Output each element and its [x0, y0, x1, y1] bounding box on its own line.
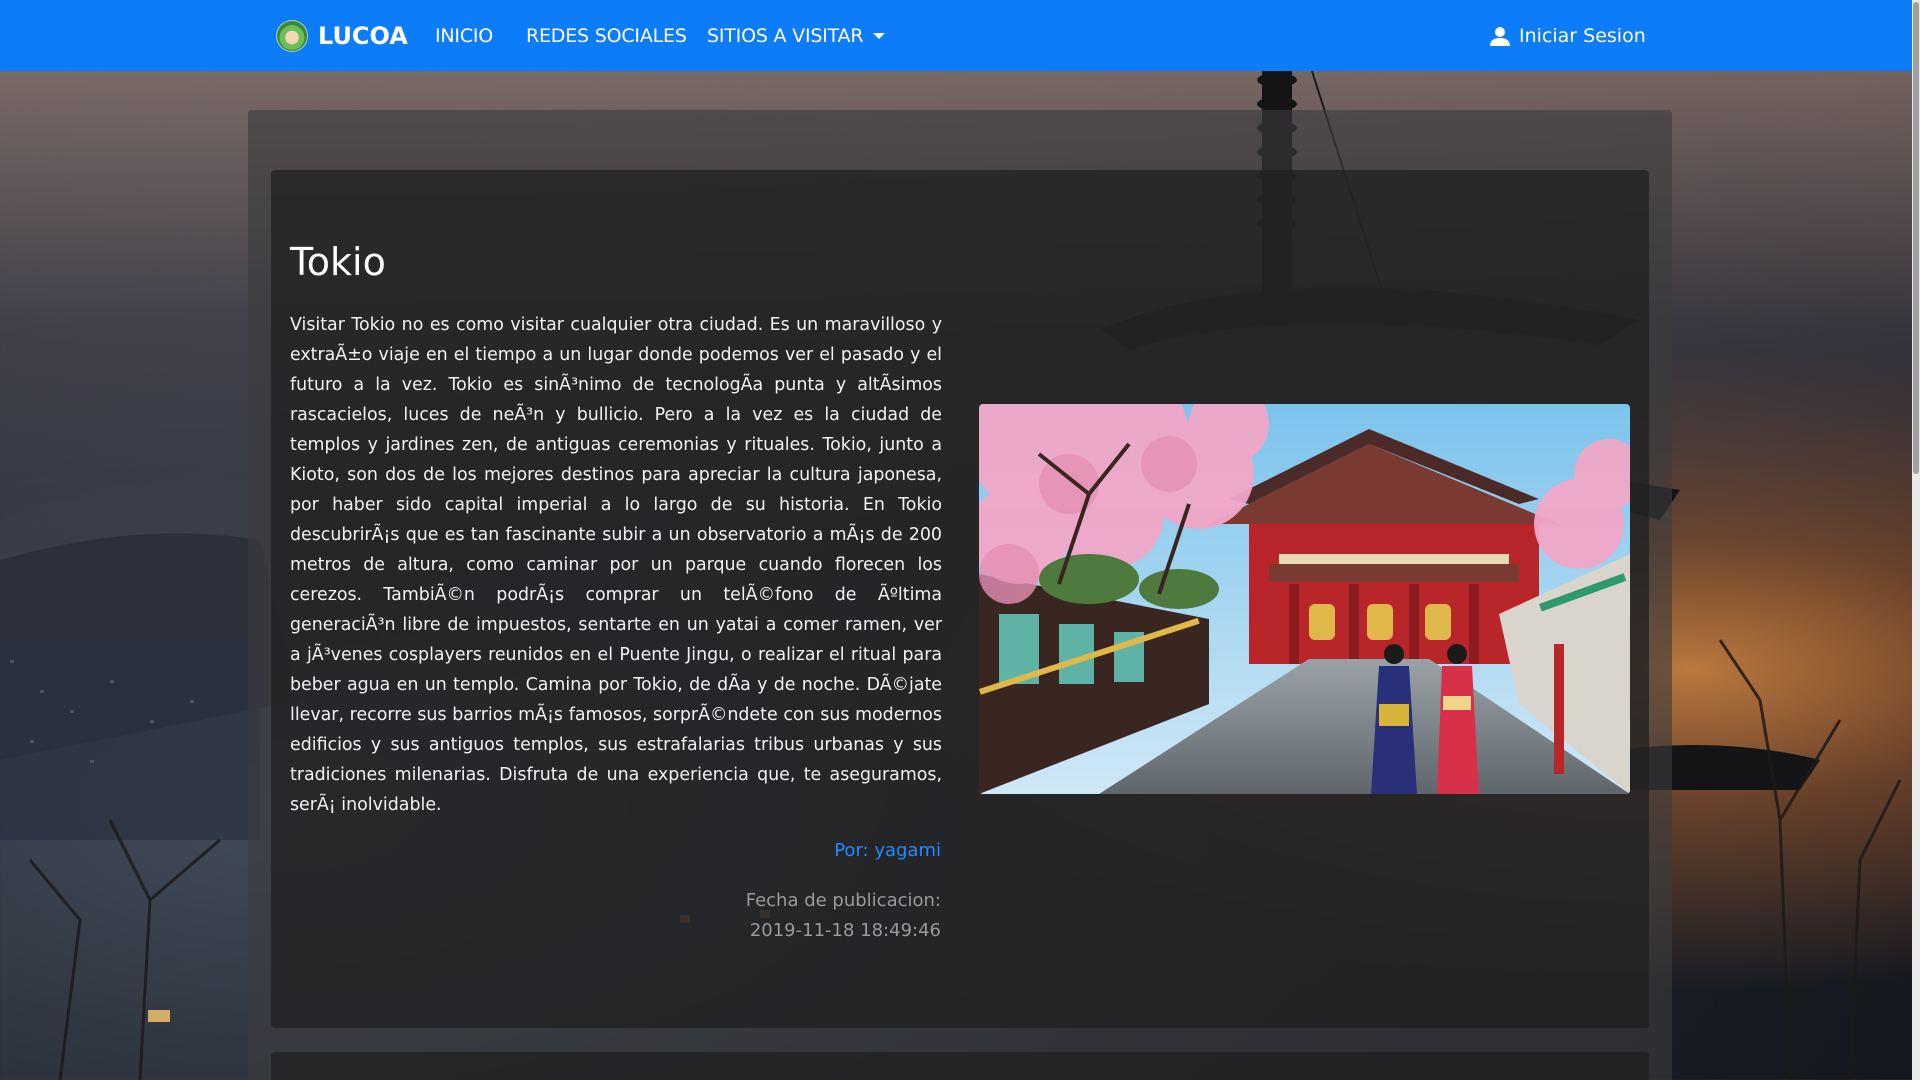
article-body: Visitar Tokio no es como visitar cualqui… [290, 315, 942, 815]
login-label: Iniciar Sesion [1519, 24, 1646, 47]
nav-sitios-label: SITIOS A VISITAR [707, 24, 864, 47]
nav-inicio[interactable]: INICIO [435, 0, 493, 71]
publish-date-label: Fecha de publicacion: [745, 890, 941, 911]
brand-link[interactable]: LUCOA [276, 0, 408, 71]
login-link[interactable]: Iniciar Sesion [1490, 0, 1646, 71]
publish-date-value: 2019-11-18 18:49:46 [749, 920, 941, 941]
author-link[interactable]: Por: yagami [834, 840, 941, 861]
brand-name: LUCOA [318, 21, 408, 50]
tokyo-temple-photo [979, 404, 1630, 794]
user-icon [1490, 26, 1510, 46]
article-image [979, 404, 1630, 794]
caret-down-icon [873, 32, 886, 39]
nav-sitios-a-visitar-dropdown[interactable]: SITIOS A VISITAR [707, 0, 886, 71]
top-navbar: LUCOA INICIO REDES SOCIALES SITIOS A VIS… [0, 0, 1912, 71]
article-title: Tokio [290, 240, 386, 284]
scrollbar-thumb[interactable] [1913, 2, 1919, 474]
lucoa-logo-icon [276, 19, 308, 52]
nav-redes-sociales[interactable]: REDES SOCIALES [526, 0, 687, 71]
page-scrollbar[interactable] [1912, 0, 1920, 1080]
next-card [271, 1052, 1649, 1080]
